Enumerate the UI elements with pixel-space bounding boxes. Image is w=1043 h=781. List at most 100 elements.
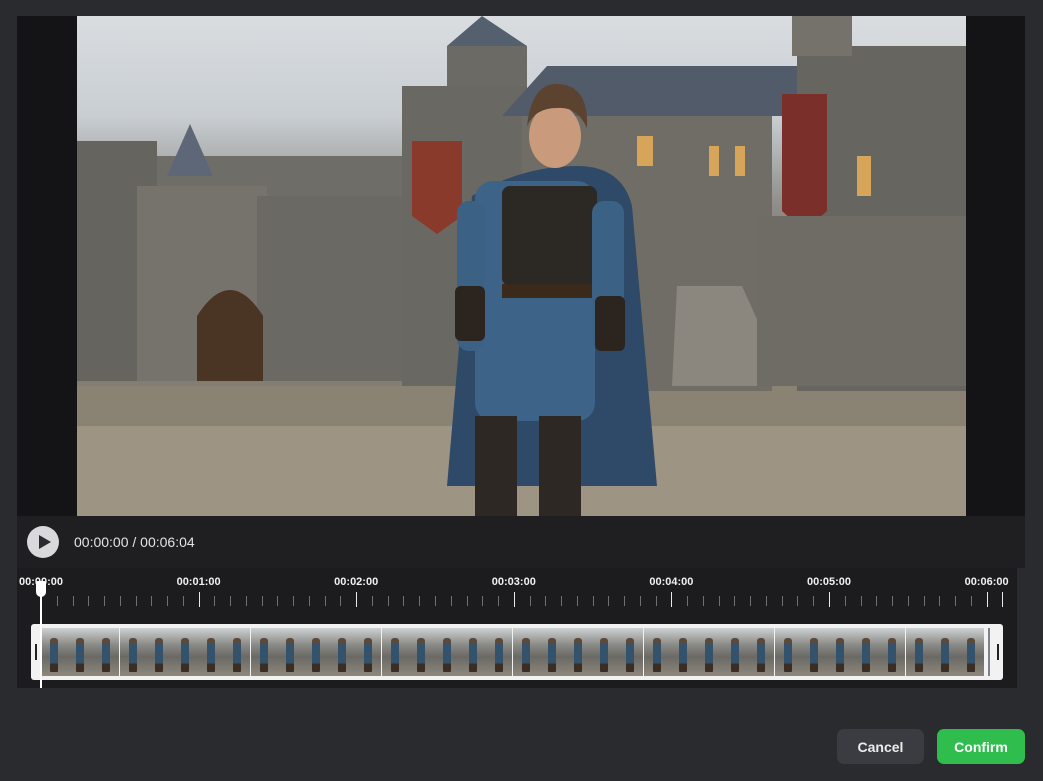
major-tick [199, 592, 200, 607]
minor-tick [640, 596, 641, 606]
thumbnail-frame [931, 628, 958, 676]
thumbnail-frame [172, 628, 198, 676]
tick-label: 00:06:00 [964, 576, 1009, 588]
cancel-button[interactable]: Cancel [837, 729, 924, 764]
video-frame [77, 16, 966, 516]
minor-tick [971, 596, 972, 606]
minor-tick [734, 596, 735, 606]
time-separator: / [132, 534, 137, 550]
minor-tick [624, 596, 625, 606]
minor-tick [750, 596, 751, 606]
minor-tick [88, 596, 89, 606]
thumbnail-frame [669, 628, 696, 676]
minor-tick [104, 596, 105, 606]
minor-tick [561, 596, 562, 606]
video-preview[interactable] [17, 16, 1025, 516]
tick-label: 00:02:00 [334, 576, 379, 588]
minor-tick [57, 596, 58, 606]
thumbnail-frame [93, 628, 120, 676]
major-tick [671, 592, 672, 607]
thumbnail-frame [748, 628, 775, 676]
playhead-handle[interactable] [36, 581, 46, 597]
tick-label: 00:01:00 [176, 576, 221, 588]
tick-label: 00:05:00 [806, 576, 852, 588]
minor-tick [876, 596, 877, 606]
play-button[interactable] [27, 526, 59, 558]
thumbnail-frame [355, 628, 382, 676]
minor-tick [908, 596, 909, 606]
thumbnail-frame [565, 628, 591, 676]
minor-tick [939, 596, 940, 606]
minor-tick [577, 596, 578, 606]
minor-tick [167, 596, 168, 606]
thumbnail-frame [329, 628, 356, 676]
thumbnail-frame [905, 628, 932, 676]
minor-tick [230, 596, 231, 606]
major-tick [829, 592, 830, 607]
minor-tick [293, 596, 294, 606]
minor-tick [482, 596, 483, 606]
thumbnail-frame [958, 628, 984, 676]
minor-tick [183, 596, 184, 606]
playhead-line[interactable] [40, 593, 42, 688]
minor-tick [403, 596, 404, 606]
minor-tick [924, 596, 925, 606]
minor-tick [388, 596, 389, 606]
minor-tick [435, 596, 436, 606]
minor-tick [262, 596, 263, 606]
minor-tick [845, 596, 846, 606]
minor-tick [325, 596, 326, 606]
thumbnail-frame [381, 628, 408, 676]
thumbnail-frame [512, 628, 539, 676]
minor-tick [703, 596, 704, 606]
thumbnail-frame [250, 628, 277, 676]
thumbnail-frame [696, 628, 722, 676]
major-tick [987, 592, 988, 607]
minor-tick [687, 596, 688, 606]
thumbnail-frame [119, 628, 146, 676]
trim-start-handle[interactable] [35, 644, 37, 660]
major-tick [1002, 592, 1003, 607]
thumbnail-frame [643, 628, 670, 676]
confirm-button[interactable]: Confirm [937, 729, 1025, 764]
play-icon [39, 535, 51, 549]
minor-tick [467, 596, 468, 606]
minor-tick [277, 596, 278, 606]
thumbnail-frame [722, 628, 749, 676]
trim-end-handle[interactable] [997, 644, 999, 660]
thumbnail-strip[interactable] [31, 624, 1003, 680]
minor-tick [608, 596, 609, 606]
thumbnail-frames [41, 628, 993, 676]
total-duration: 00:06:04 [140, 534, 195, 550]
thumbnail-frame [774, 628, 801, 676]
minor-tick [530, 596, 531, 606]
thumbnail-frame [591, 628, 618, 676]
minor-tick [498, 596, 499, 606]
thumbnail-frame [407, 628, 434, 676]
minor-tick [955, 596, 956, 606]
minor-tick [151, 596, 152, 606]
minor-tick [719, 596, 720, 606]
tick-label: 00:03:00 [491, 576, 536, 588]
thumbnail-frame [145, 628, 172, 676]
major-tick [356, 592, 357, 607]
thumbnail-frame [276, 628, 303, 676]
thumbnail-frame [538, 628, 565, 676]
video-frame-image [77, 16, 966, 516]
minor-tick [813, 596, 814, 606]
minor-tick [214, 596, 215, 606]
thumbnail-frame [460, 628, 487, 676]
minor-tick [419, 596, 420, 606]
minor-tick [656, 596, 657, 606]
thumbnail-frame [434, 628, 460, 676]
time-display: 00:00:00 / 00:06:04 [74, 534, 195, 550]
minor-tick [246, 596, 247, 606]
timeline[interactable]: 00:00:0000:01:0000:02:0000:03:0000:04:00… [17, 568, 1017, 688]
minor-tick [451, 596, 452, 606]
minor-tick [593, 596, 594, 606]
current-time: 00:00:00 [74, 534, 129, 550]
minor-tick [861, 596, 862, 606]
thumbnail-frame [198, 628, 225, 676]
thumbnail-frame [800, 628, 827, 676]
minor-tick [892, 596, 893, 606]
